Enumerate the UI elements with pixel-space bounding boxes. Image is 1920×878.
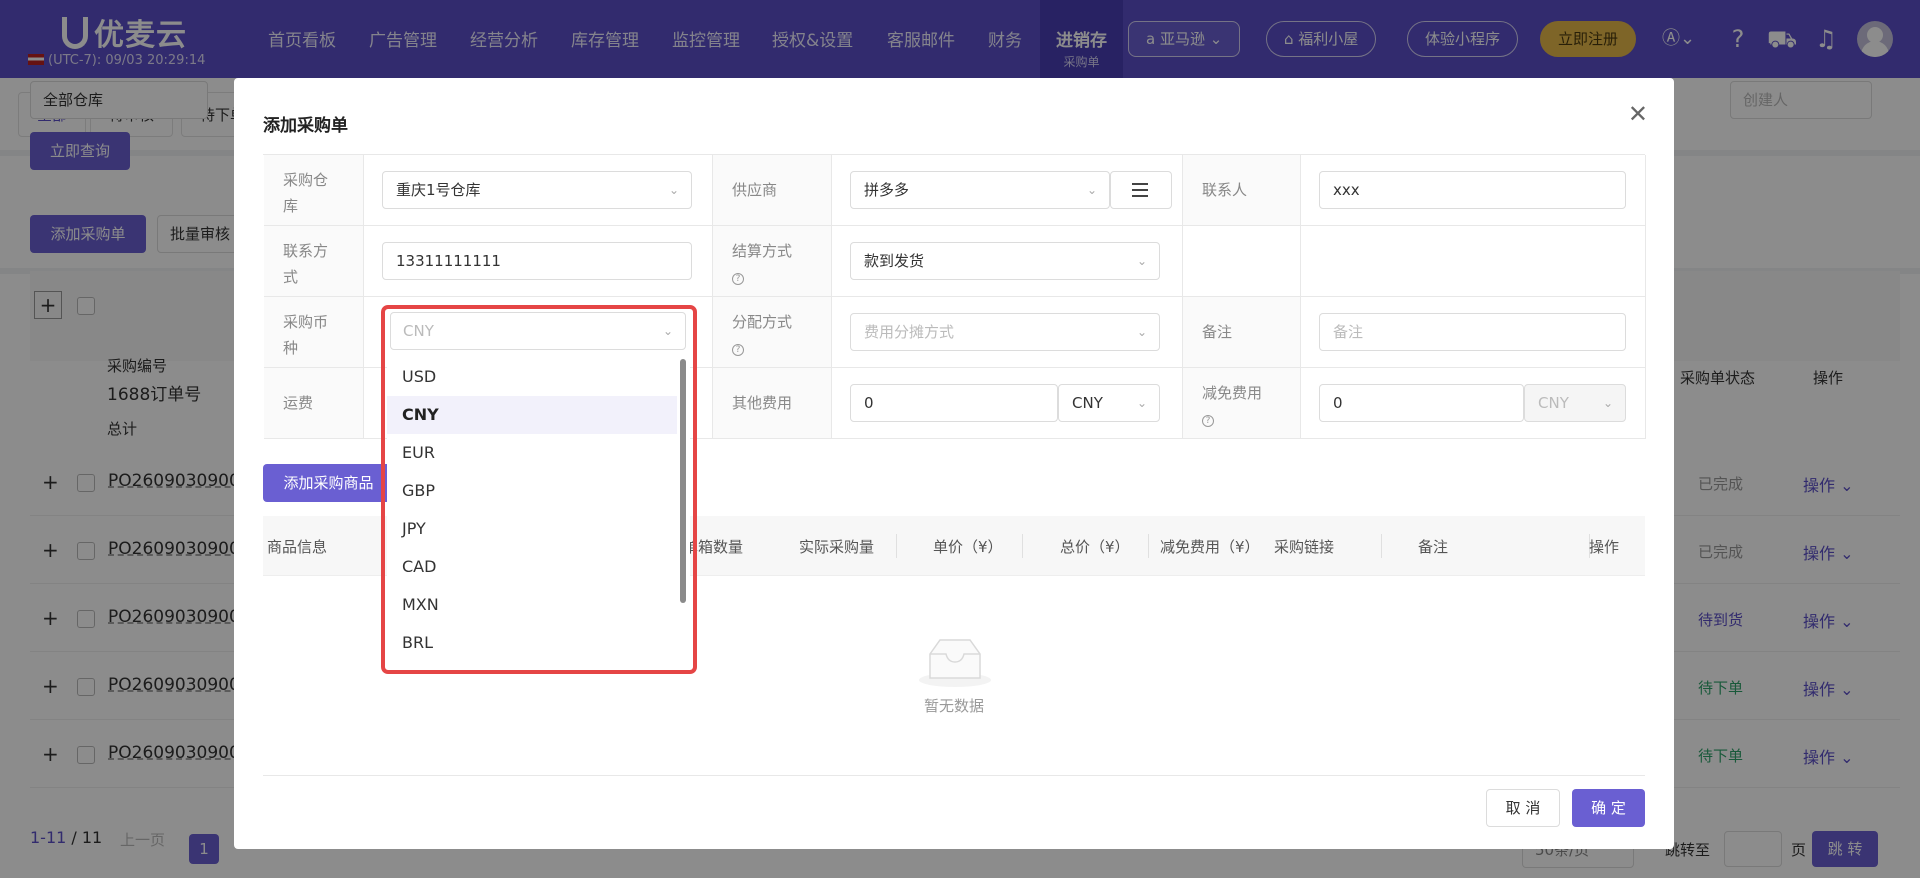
contact-input[interactable]: xxx — [1319, 171, 1626, 209]
currency-option-gbp[interactable]: GBP — [387, 472, 677, 510]
empty-box-icon — [919, 639, 991, 687]
remark-label: 备注 — [1183, 297, 1301, 368]
remark-cell: 备注 — [1301, 297, 1646, 368]
help-circle-icon[interactable]: ? — [732, 273, 744, 285]
supplier-cell: 拼多多 ⌄ — [832, 155, 1183, 226]
empty-text: 暂无数据 — [924, 697, 985, 715]
currency-label-text: 采购币种 — [283, 313, 329, 357]
discount-currency-select: CNY ⌄ — [1524, 384, 1626, 422]
warehouse-select[interactable]: 重庆1号仓库 ⌄ — [382, 171, 692, 209]
discount-currency-value: CNY — [1538, 394, 1569, 412]
warehouse-value: 重庆1号仓库 — [396, 181, 481, 199]
col-actual-qty: 实际采购量 — [799, 538, 875, 556]
header-divider — [896, 534, 897, 558]
alloc-select[interactable]: 费用分摊方式 ⌄ — [850, 313, 1160, 351]
warehouse-label-text: 采购仓库 — [283, 171, 329, 215]
alloc-cell: 费用分摊方式 ⌄ — [832, 297, 1183, 368]
header-divider — [1148, 534, 1149, 558]
chevron-down-icon: ⌄ — [1136, 396, 1147, 410]
chevron-down-icon: ⌄ — [1136, 254, 1147, 268]
currency-option-cad[interactable]: CAD — [387, 548, 677, 586]
settle-label-text: 结算方式 — [732, 242, 793, 260]
close-icon[interactable]: ✕ — [1628, 100, 1648, 128]
help-circle-icon[interactable]: ? — [1202, 415, 1214, 427]
remark-input[interactable]: 备注 — [1319, 313, 1626, 351]
discount-label: 减免费用? — [1183, 368, 1301, 439]
col-discount: 减免费用（¥） — [1160, 538, 1260, 556]
supplier-label: 供应商 — [713, 155, 832, 226]
other-currency-value: CNY — [1072, 394, 1103, 412]
currency-dropdown-list: USD CNY EUR GBP JPY CAD MXN BRL — [387, 355, 690, 665]
alloc-placeholder: 费用分摊方式 — [864, 323, 955, 341]
settle-cell: 款到发货 ⌄ — [832, 226, 1183, 297]
other-fee-label: 其他费用 — [713, 368, 832, 439]
col-total-price: 总价（¥） — [1060, 538, 1130, 556]
currency-option-cny[interactable]: CNY — [387, 396, 677, 434]
settle-value: 款到发货 — [864, 252, 925, 270]
phone-input[interactable]: 13311111111 — [382, 242, 692, 280]
contact-label: 联系人 — [1183, 155, 1301, 226]
warehouse-cell: 重庆1号仓库 ⌄ — [364, 155, 713, 226]
currency-select-value: CNY — [403, 322, 434, 340]
currency-option-usd[interactable]: USD — [387, 358, 677, 396]
discount-cell: 0 CNY ⌄ — [1301, 368, 1646, 439]
phone-cell: 13311111111 — [364, 226, 713, 297]
discount-label-text: 减免费用 — [1202, 384, 1263, 402]
chevron-down-icon: ⌄ — [1602, 396, 1613, 410]
header-divider — [1381, 534, 1382, 558]
alloc-label: 分配方式? — [713, 297, 832, 368]
other-fee-currency-select[interactable]: CNY ⌄ — [1058, 384, 1160, 422]
currency-option-eur[interactable]: EUR — [387, 434, 677, 472]
contact-cell: xxx — [1301, 155, 1646, 226]
col-purchase-link: 采购链接 — [1274, 538, 1335, 556]
col-unit-price: 单价（¥） — [933, 538, 1003, 556]
settle-select[interactable]: 款到发货 ⌄ — [850, 242, 1160, 280]
col-product-info: 商品信息 — [267, 538, 328, 556]
confirm-button[interactable]: 确 定 — [1572, 789, 1645, 827]
supplier-list-button[interactable] — [1110, 171, 1172, 209]
other-fee-input[interactable]: 0 — [850, 384, 1058, 422]
warehouse-label: 采购仓库 — [264, 155, 364, 226]
help-circle-icon[interactable]: ? — [732, 344, 744, 356]
supplier-select[interactable]: 拼多多 ⌄ — [850, 171, 1110, 209]
supplier-value: 拼多多 — [864, 181, 910, 199]
dropdown-scrollbar[interactable] — [680, 359, 686, 603]
chevron-down-icon: ⌄ — [1136, 325, 1147, 339]
currency-option-jpy[interactable]: JPY — [387, 510, 677, 548]
currency-label: 采购币种 — [264, 297, 364, 368]
discount-input[interactable]: 0 — [1319, 384, 1524, 422]
settle-label: 结算方式? — [713, 226, 832, 297]
chevron-down-icon: ⌄ — [1086, 183, 1097, 197]
chevron-down-icon: ⌄ — [662, 324, 673, 338]
empty-label-cell — [1183, 226, 1301, 297]
order-form: 采购仓库 重庆1号仓库 ⌄ 供应商 拼多多 ⌄ 联系人 xxx 联系方式 13311… — [263, 154, 1646, 439]
freight-label: 运费 — [264, 368, 364, 439]
menu-icon — [1132, 183, 1148, 197]
currency-select[interactable]: CNY ⌄ — [390, 312, 686, 350]
add-goods-button[interactable]: 添加采购商品 — [263, 464, 394, 502]
footer-divider — [263, 775, 1645, 776]
alloc-label-text: 分配方式 — [732, 313, 793, 331]
col-operation: 操作 — [1589, 538, 1620, 556]
dialog-title: 添加采购单 — [263, 116, 348, 136]
cancel-button[interactable]: 取 消 — [1486, 789, 1560, 827]
col-remark: 备注 — [1418, 538, 1449, 556]
currency-option-brl[interactable]: BRL — [387, 624, 677, 662]
other-fee-cell: 0 CNY ⌄ — [832, 368, 1183, 439]
phone-label: 联系方式 — [264, 226, 364, 297]
currency-option-mxn[interactable]: MXN — [387, 586, 677, 624]
chevron-down-icon: ⌄ — [668, 183, 679, 197]
empty-value-cell — [1301, 226, 1646, 297]
header-divider — [1022, 534, 1023, 558]
phone-label-text: 联系方式 — [283, 242, 329, 286]
